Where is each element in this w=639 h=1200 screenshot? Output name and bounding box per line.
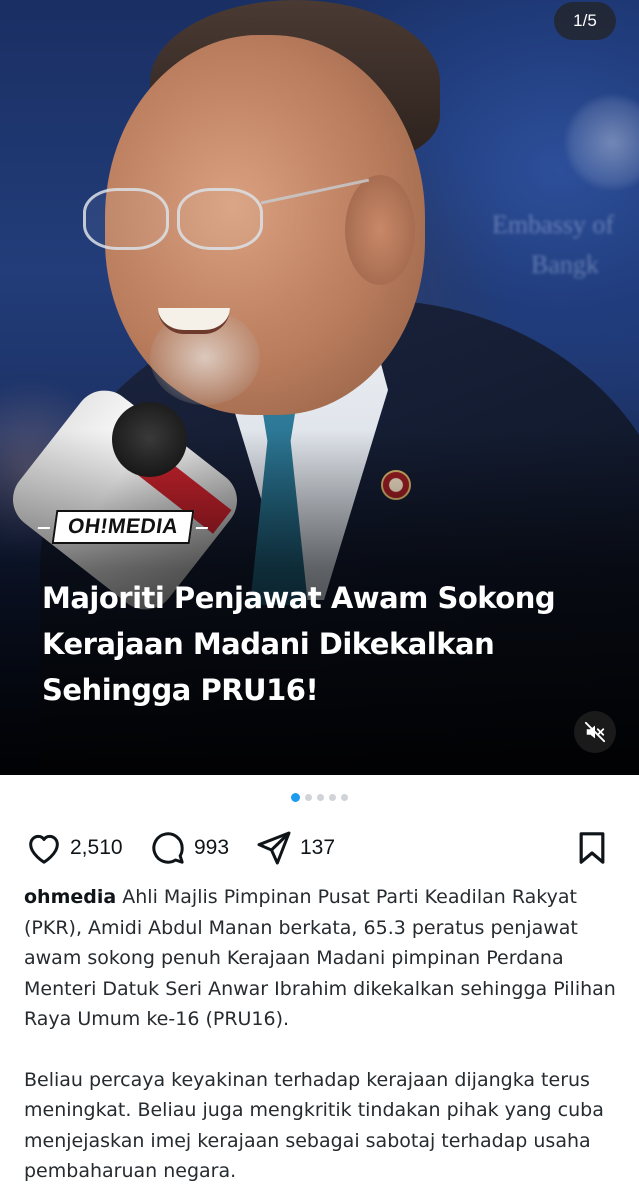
speaker-muted-icon [584, 721, 606, 743]
action-bar: 2,510 993 137 [0, 825, 639, 870]
bookmark-button[interactable] [572, 825, 612, 870]
pagination-dot[interactable] [329, 794, 336, 801]
background-signage: Embassy of Bangk [492, 210, 615, 279]
share-count: 137 [300, 835, 336, 859]
slide-counter: 1/5 [554, 2, 616, 40]
share-button[interactable]: 137 [254, 825, 335, 870]
like-button[interactable]: 2,510 [24, 825, 123, 870]
send-icon [257, 831, 291, 864]
mute-button[interactable] [574, 711, 616, 753]
pagination-dot[interactable] [305, 794, 312, 801]
comment-count: 993 [194, 835, 230, 859]
comment-button[interactable]: 993 [148, 825, 229, 870]
caption-paragraph-2: Beliau percaya keyakinan terhadap keraja… [24, 1068, 604, 1183]
brand-logo: OH!MEDIA [51, 510, 195, 544]
post-caption: ohmedia Ahli Majlis Pimpinan Pusat Parti… [24, 882, 624, 1187]
post-media-image[interactable]: Embassy of Bangk OH!MEDIA Majoriti Penja… [0, 0, 639, 775]
glasses-left-lens [83, 188, 169, 250]
post-headline: Majoriti Penjawat Awam Sokong Kerajaan M… [42, 581, 556, 707]
background-emblem [565, 95, 639, 190]
pagination-dot-active[interactable] [291, 793, 300, 802]
pagination-dot[interactable] [317, 794, 324, 801]
glasses-right-lens [177, 188, 263, 250]
caption-username[interactable]: ohmedia [24, 886, 116, 908]
comment-bubble-icon [152, 831, 184, 864]
bookmark-icon [579, 831, 605, 864]
carousel-pagination [0, 793, 639, 806]
like-count: 2,510 [70, 835, 123, 859]
person-ear [345, 175, 415, 285]
heart-icon [29, 834, 59, 864]
pagination-dot[interactable] [341, 794, 348, 801]
